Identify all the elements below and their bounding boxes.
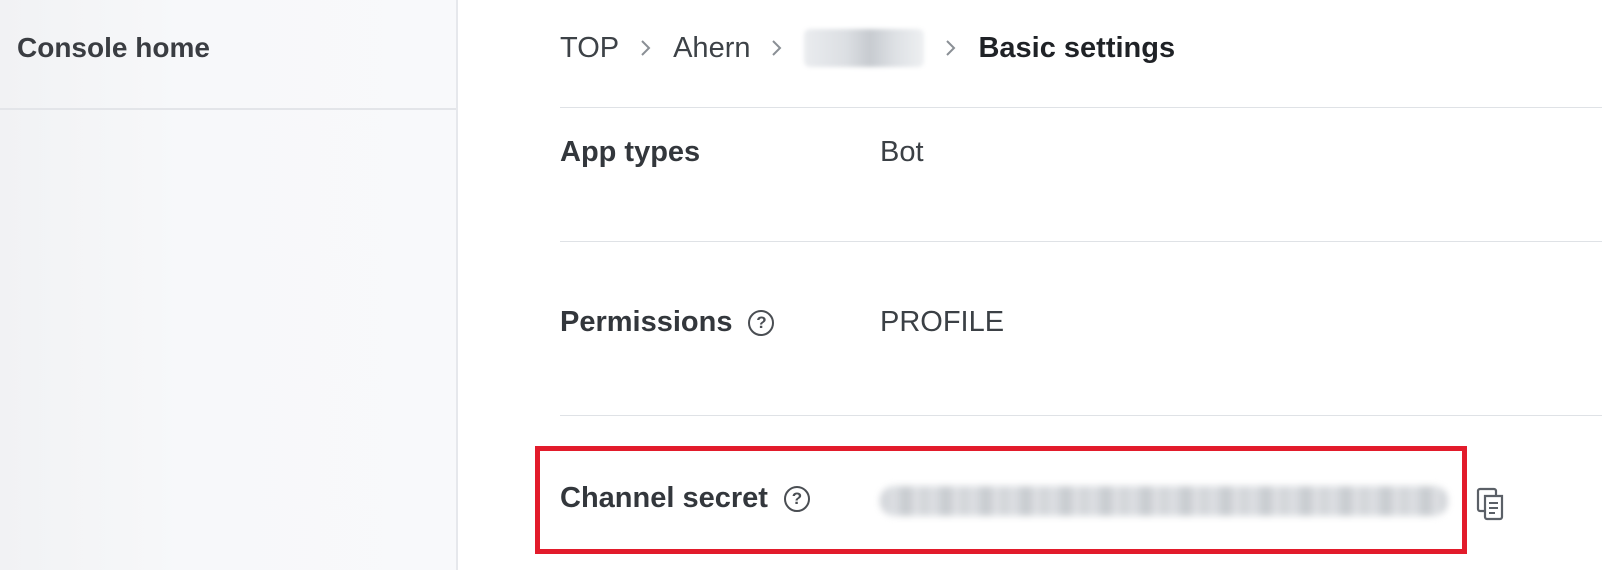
console-home-link[interactable]: Console home [17,32,210,64]
chevron-right-icon [631,28,661,68]
sidebar-header: Console home [0,0,456,110]
question-circle-icon[interactable]: ? [748,309,775,336]
app-types-label: App types [560,136,700,169]
breadcrumb: TOP Ahern Basic settings [560,28,1175,68]
breadcrumb-top[interactable]: TOP [560,32,619,65]
permissions-value: PROFILE [880,306,1005,338]
permissions-label: Permissions ? [560,306,775,339]
permissions-label-text: Permissions [560,306,733,338]
breadcrumb-channel-redacted[interactable] [804,29,925,67]
sidebar: Console home [0,0,458,570]
divider [560,107,1602,108]
copy-icon[interactable] [1473,485,1509,523]
app-types-label-text: App types [560,136,701,168]
chevron-right-icon [936,28,966,68]
breadcrumb-current: Basic settings [978,31,1176,64]
app-types-value: Bot [880,136,924,168]
divider [560,415,1602,416]
highlight-box [535,446,1467,554]
divider [560,241,1602,242]
chevron-right-icon [762,28,792,68]
breadcrumb-provider[interactable]: Ahern [673,32,750,65]
